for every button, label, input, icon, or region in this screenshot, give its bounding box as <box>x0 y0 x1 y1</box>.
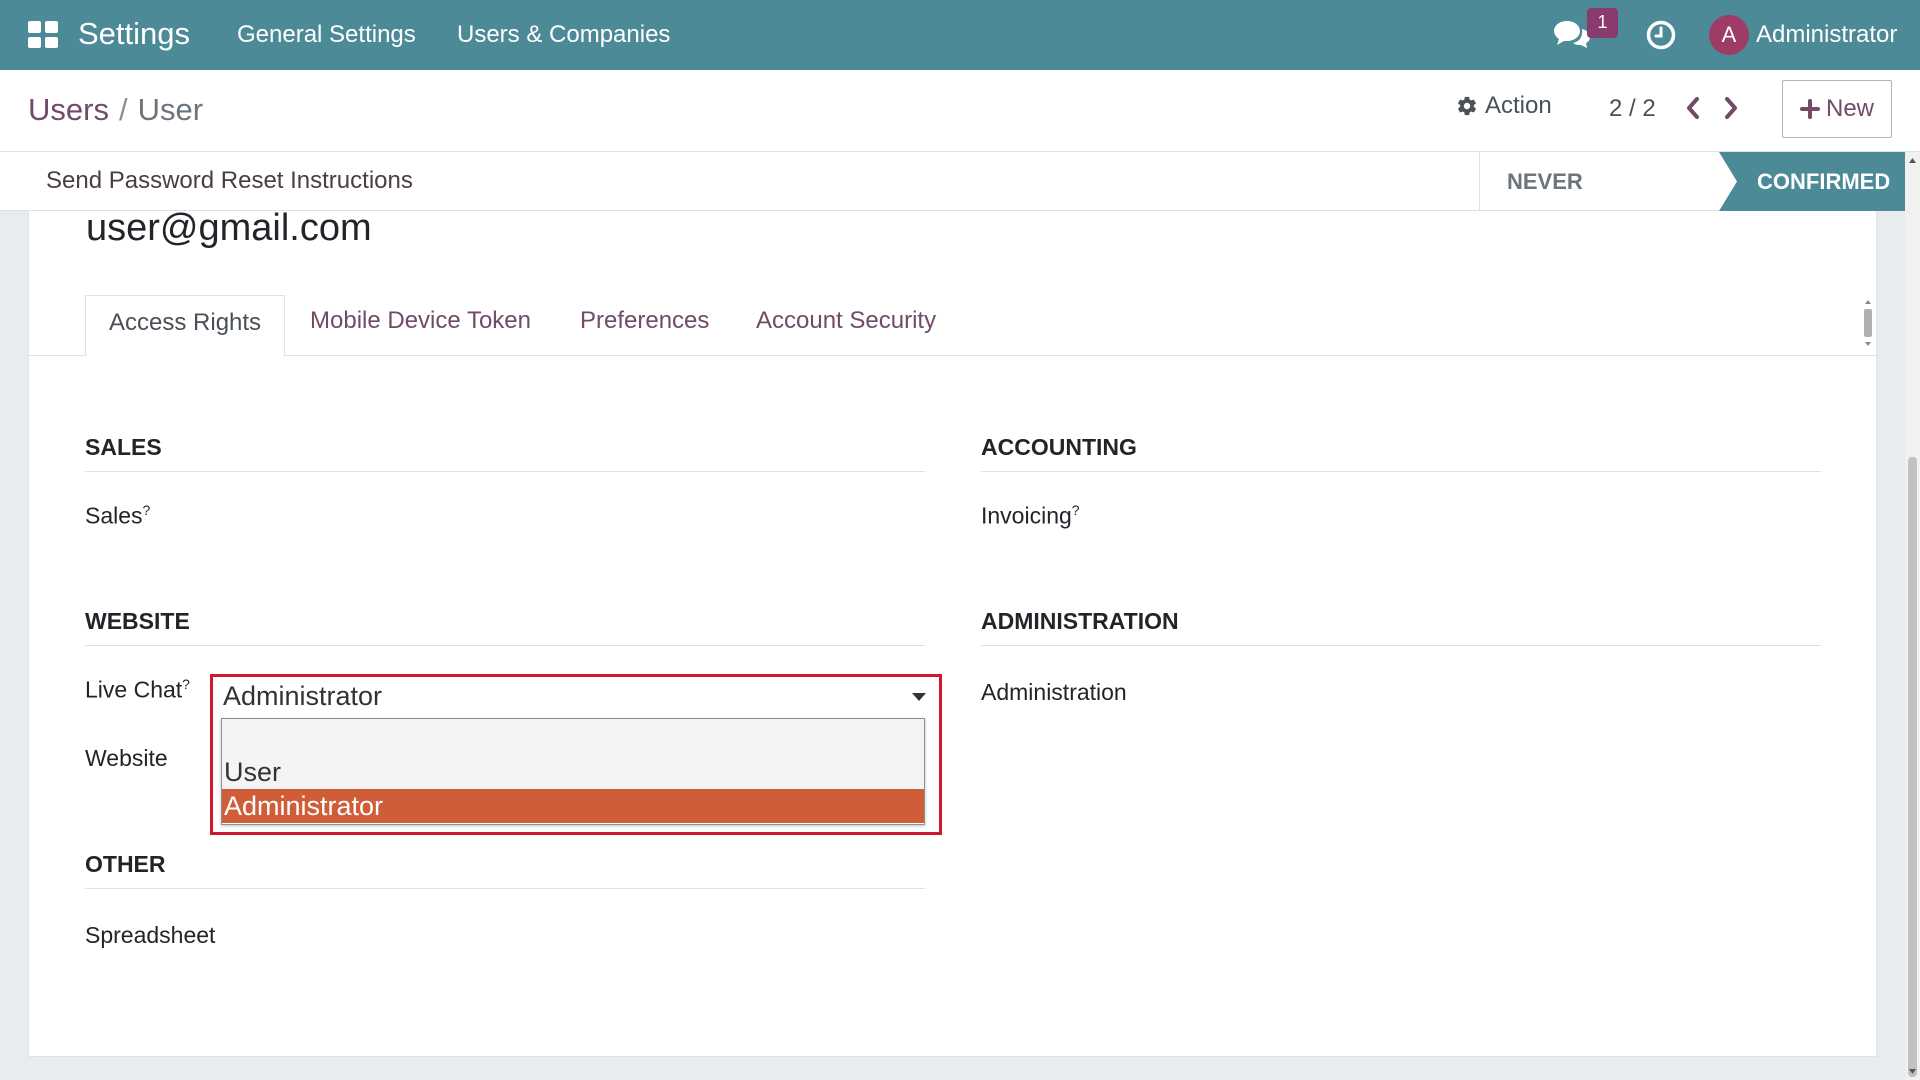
stage-never-connected[interactable]: NEVER CONNECTED <box>1479 152 1719 253</box>
live-chat-select[interactable]: Administrator <box>220 679 932 719</box>
field-label-spreadsheet: Spreadsheet <box>85 922 216 948</box>
plus-icon <box>1799 99 1820 119</box>
action-label: Action <box>1485 92 1552 119</box>
notebook-tabs: Access Rights Mobile Device Token Prefer… <box>29 295 1878 357</box>
breadcrumb-current: User <box>137 92 204 127</box>
caret-down-icon[interactable] <box>912 693 926 701</box>
page-scrollbar[interactable] <box>1905 152 1920 1080</box>
breadcrumb: Users / User <box>28 92 203 128</box>
live-chat-select-value: Administrator <box>223 681 383 711</box>
live-chat-dropdown: User Administrator <box>221 718 925 825</box>
stage-confirmed[interactable]: CONFIRMED <box>1719 152 1905 211</box>
field-label-administration: Administration <box>981 679 1127 705</box>
group-title-sales: SALES <box>85 434 925 472</box>
action-button[interactable]: Action <box>1456 92 1552 120</box>
help-tooltip-icon[interactable]: ? <box>1072 502 1080 518</box>
dropdown-option-user[interactable]: User <box>222 755 924 789</box>
avatar[interactable]: A <box>1709 15 1749 55</box>
apps-grid-icon[interactable] <box>28 21 58 48</box>
tab-access-rights[interactable]: Access Rights <box>85 295 286 357</box>
user-email-title[interactable]: user@gmail.com <box>86 207 372 250</box>
tab-mobile-device-token[interactable]: Mobile Device Token <box>310 307 531 335</box>
menu-users-companies[interactable]: Users & Companies <box>457 21 670 49</box>
scroll-down-icon[interactable] <box>1905 1066 1920 1078</box>
tabs-scrollbar[interactable] <box>1861 295 1875 351</box>
new-label: New <box>1825 95 1874 122</box>
group-title-accounting: ACCOUNTING <box>981 434 1821 472</box>
app-title[interactable]: Settings <box>78 16 190 52</box>
top-navbar: Settings General Settings Users & Compan… <box>0 0 1920 70</box>
chat-icon[interactable] <box>1553 18 1591 50</box>
new-button[interactable]: New <box>1782 80 1892 138</box>
field-label-website: Website <box>85 745 168 771</box>
help-tooltip-icon[interactable]: ? <box>182 676 190 692</box>
tab-account-security[interactable]: Account Security <box>756 307 936 335</box>
help-tooltip-icon[interactable]: ? <box>143 502 151 518</box>
dropdown-option-empty[interactable] <box>222 719 924 755</box>
chevron-right-icon[interactable] <box>1720 94 1742 122</box>
scroll-up-icon[interactable] <box>1905 154 1920 166</box>
control-panel: Users / User Action 2 / 2 New <box>0 70 1920 152</box>
field-label-sales: Sales? <box>85 502 150 530</box>
user-menu-name[interactable]: Administrator <box>1756 21 1897 49</box>
group-title-website: WEBSITE <box>85 608 925 646</box>
send-password-reset-button[interactable]: Send Password Reset Instructions <box>46 167 413 195</box>
field-label-live-chat-text: Live Chat <box>85 676 183 703</box>
gear-icon <box>1458 96 1476 116</box>
group-title-other: OTHER <box>85 851 925 889</box>
chevron-left-icon[interactable] <box>1682 94 1704 122</box>
clock-icon[interactable] <box>1645 19 1677 51</box>
breadcrumb-separator: / <box>118 92 128 127</box>
field-label-sales-text: Sales <box>85 502 143 529</box>
group-title-administration: ADMINISTRATION <box>981 608 1821 646</box>
field-label-live-chat: Live Chat? <box>85 676 190 704</box>
menu-general-settings[interactable]: General Settings <box>237 21 416 49</box>
pager-value[interactable]: 2 / 2 <box>1609 95 1656 123</box>
breadcrumb-users-link[interactable]: Users <box>28 92 109 127</box>
status-bar: Send Password Reset Instructions NEVER C… <box>0 152 1905 253</box>
chat-badge: 1 <box>1587 8 1618 38</box>
dropdown-option-administrator[interactable]: Administrator <box>222 789 924 823</box>
field-label-invoicing: Invoicing? <box>981 502 1080 530</box>
tab-preferences[interactable]: Preferences <box>580 307 709 335</box>
field-label-invoicing-text: Invoicing <box>981 502 1072 529</box>
scrollbar-thumb[interactable] <box>1908 457 1917 1077</box>
